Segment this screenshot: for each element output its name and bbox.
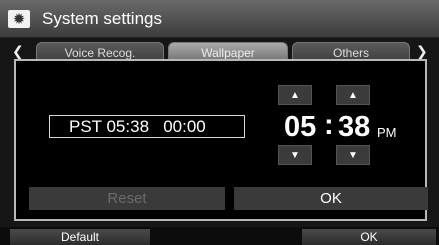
bottom-bar: Default OK [0,227,439,245]
title-bar: ✹ System settings [0,0,439,38]
clock-adjust-dialog: PST 05:38 00:00 ▲ ▲ 05 : 38 PM ▼ ▼ Reset… [14,59,428,221]
minute-value: 38 [338,111,371,143]
up-arrow-icon: ▲ [290,89,300,101]
tab-scroll-left-icon[interactable]: ❮ [12,44,24,58]
down-arrow-icon: ▼ [290,149,300,161]
reset-button[interactable]: Reset [29,187,225,210]
minute-down-button[interactable]: ▼ [336,145,370,165]
minute-up-button[interactable]: ▲ [336,85,370,105]
default-button[interactable]: Default [10,229,150,245]
system-settings-screen: ✹ System settings ❮ Voice Recog. Wallpap… [0,0,439,245]
hour-value: 05 [284,111,317,143]
tab-scroll-right-icon[interactable]: ❯ [416,44,428,58]
ok-button[interactable]: OK [234,187,428,210]
hour-up-button[interactable]: ▲ [278,85,312,105]
down-arrow-icon: ▼ [348,149,358,161]
page-title: System settings [42,9,162,28]
footer-ok-button[interactable]: OK [302,229,436,245]
clock-display: PST 05:38 00:00 [49,115,245,138]
time-separator: : [324,109,334,141]
hour-down-button[interactable]: ▼ [278,145,312,165]
up-arrow-icon: ▲ [348,89,358,101]
ampm-indicator: PM [377,125,397,140]
gear-icon: ✹ [8,10,30,28]
